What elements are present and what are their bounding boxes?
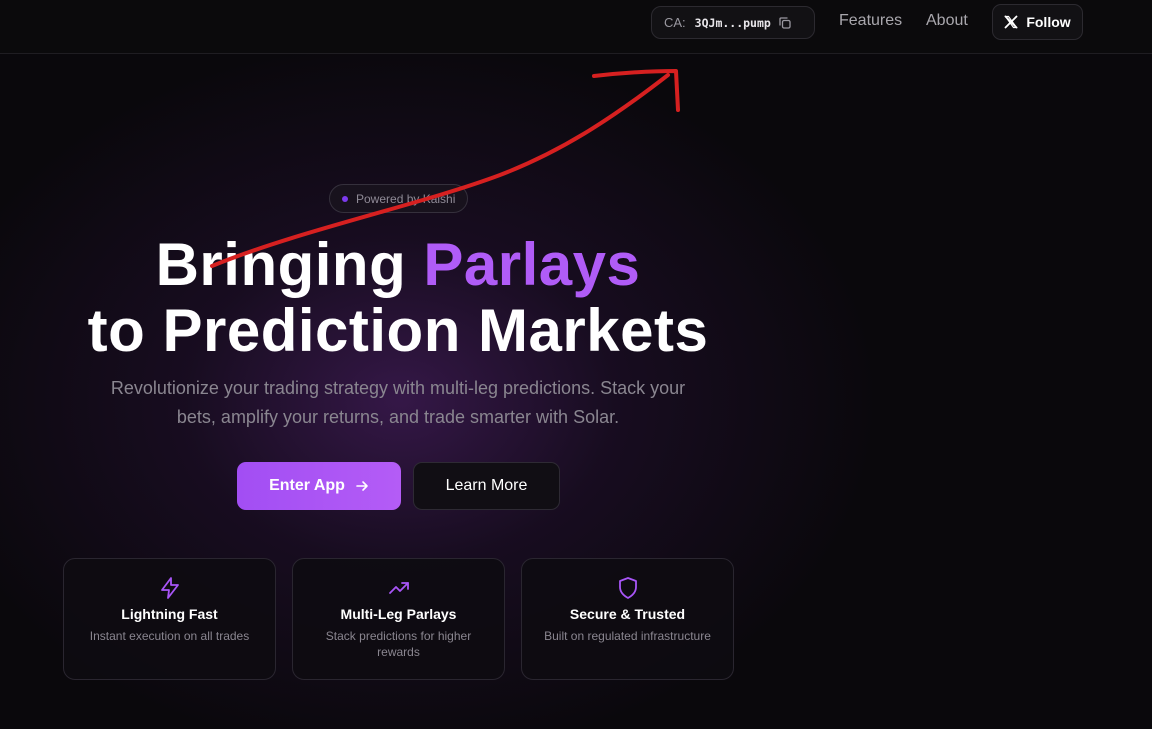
powered-by-badge: Powered by Kalshi	[329, 184, 468, 213]
top-navbar: CA: 3QJm...pump Features About Follow	[0, 0, 1152, 54]
headline-line2: to Prediction Markets	[87, 297, 709, 364]
shield-icon	[618, 577, 637, 599]
feature-desc: Instant execution on all trades	[89, 629, 250, 643]
headline-line1-accent: Parlays	[423, 231, 641, 298]
feature-card-secure: Secure & Trusted Built on regulated infr…	[521, 558, 734, 680]
follow-x-button[interactable]: Follow	[992, 4, 1083, 40]
hero-headline: Bringing Parlays to Prediction Markets	[0, 232, 796, 364]
feature-card-parlays: Multi-Leg Parlays Stack predictions for …	[292, 558, 505, 680]
headline-line1-plain: Bringing	[155, 231, 424, 298]
ca-label: CA:	[664, 15, 686, 30]
trending-up-icon	[388, 582, 409, 594]
feature-title: Lightning Fast	[121, 606, 218, 622]
feature-title: Multi-Leg Parlays	[340, 606, 457, 622]
feature-desc: Stack predictions for higher rewards	[325, 629, 472, 659]
nav-link-features[interactable]: Features	[839, 12, 902, 30]
feature-card-lightning: Lightning Fast Instant execution on all …	[63, 558, 276, 680]
nav-link-about[interactable]: About	[926, 12, 968, 30]
badge-text: Powered by Kalshi	[356, 191, 456, 206]
feature-title: Secure & Trusted	[569, 606, 686, 622]
ca-value: 3QJm...pump	[694, 15, 771, 30]
learn-more-button[interactable]: Learn More	[413, 462, 560, 510]
hero-subtitle: Revolutionize your trading strategy with…	[110, 378, 686, 427]
x-logo-icon	[1004, 15, 1019, 29]
contract-address-pill[interactable]: CA: 3QJm...pump	[651, 6, 815, 39]
enter-app-button[interactable]: Enter App	[237, 462, 401, 510]
enter-app-label: Enter App	[269, 477, 345, 494]
learn-more-label: Learn More	[445, 477, 528, 494]
lightning-icon	[160, 577, 179, 599]
copy-icon[interactable]	[778, 16, 792, 30]
follow-label: Follow	[1026, 14, 1071, 30]
arrow-right-icon	[356, 481, 368, 491]
badge-dot-icon	[342, 195, 348, 202]
feature-desc: Built on regulated infrastructure	[544, 629, 711, 643]
